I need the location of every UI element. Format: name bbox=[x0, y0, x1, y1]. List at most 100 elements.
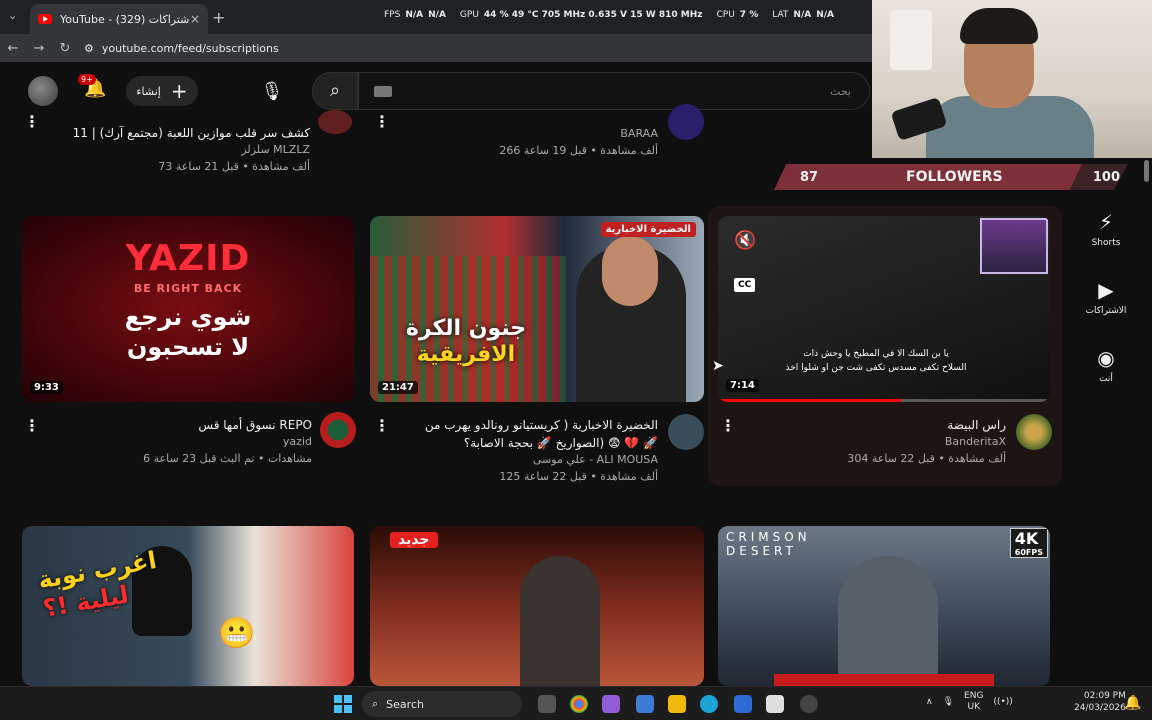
reload-button[interactable]: ↻ bbox=[52, 41, 78, 56]
mic-tray-icon[interactable]: 🎙 bbox=[943, 697, 954, 707]
edge-app-icon[interactable] bbox=[700, 695, 718, 713]
video-3-info: راس البيضة BanderitaX 304 ألف مشاهدة • ق… bbox=[740, 416, 1006, 467]
performance-overlay: FPS N/A N/A GPU 44 % 49 °C 705 MHz 0.635 V … bbox=[384, 10, 834, 20]
video-menu-icon[interactable]: ⋮ bbox=[720, 416, 736, 435]
followers-label: FOLLOWERS bbox=[906, 169, 1003, 185]
video-menu-icon[interactable]: ⋮ bbox=[374, 112, 390, 131]
duration-badge: 7:14 bbox=[726, 379, 759, 392]
create-button[interactable]: إنشاء + bbox=[126, 76, 198, 106]
taskbar-clock[interactable]: 02:09 PM 24/03/2026 bbox=[1074, 690, 1126, 714]
new-badge: جديد bbox=[390, 532, 438, 548]
guide-item-shorts[interactable]: ⚡ Shorts bbox=[1074, 210, 1138, 248]
gpu-label: GPU bbox=[459, 10, 479, 20]
webcam-overlay bbox=[872, 0, 1152, 158]
search-icon: ⌕ bbox=[372, 697, 379, 710]
video-title[interactable]: 11 | كشف سر قلب موازين اللعبة (مجتمع آرك… bbox=[40, 124, 310, 142]
site-info-icon[interactable]: ⚙ bbox=[84, 42, 94, 55]
file-explorer-icon[interactable] bbox=[668, 695, 686, 713]
captions-button[interactable]: CC bbox=[734, 278, 756, 292]
video-caption: يا بن السك الا في المطبخ يا وحش ذات السلا… bbox=[785, 349, 967, 373]
video-meta: 125 ألف مشاهدة • قبل 22 ساعة bbox=[499, 469, 658, 483]
video-thumbnail[interactable]: CRIMSON DESERT 4K 60FPS bbox=[718, 526, 1050, 686]
channel-name[interactable]: BARAA bbox=[400, 126, 658, 143]
channel-name[interactable]: سلزلز MLZLZ bbox=[40, 142, 310, 159]
mute-icon[interactable]: 🔇 bbox=[734, 230, 756, 251]
new-tab-button[interactable]: + bbox=[212, 8, 225, 27]
video-preview-player[interactable]: 🔇 CC يا بن السك الا في المطبخ يا وحش ذات… bbox=[718, 216, 1050, 402]
lamp-shape bbox=[890, 10, 932, 70]
channel-name[interactable]: yazid bbox=[40, 434, 312, 451]
channel-name[interactable]: علي موسى - ALI MOUSA bbox=[392, 452, 658, 469]
followers-current: 87 bbox=[800, 170, 819, 185]
app-icon[interactable] bbox=[602, 695, 620, 713]
keyboard-icon[interactable] bbox=[374, 86, 392, 97]
video-title[interactable]: راس البيضة bbox=[740, 416, 1006, 434]
notifications-icon[interactable]: 🔔 bbox=[1124, 695, 1141, 711]
plus-icon: + bbox=[170, 79, 188, 103]
create-label: إنشاء bbox=[136, 84, 161, 98]
browser-toolbar: ← → ↻ ⚙ youtube.com/feed/subscriptions bbox=[0, 34, 872, 62]
voice-search-mic-icon[interactable]: 🎙 bbox=[256, 76, 288, 108]
video-thumbnail[interactable]: اغرب نوبة ليلية !؟ 😬 bbox=[22, 526, 354, 686]
channel-avatar-partial[interactable] bbox=[318, 110, 352, 134]
guide-label: الاشتراكات bbox=[1085, 306, 1127, 316]
channel-avatar[interactable] bbox=[320, 412, 356, 448]
scrollbar-thumb[interactable] bbox=[1144, 160, 1149, 182]
fps-value-2: N/A bbox=[428, 10, 446, 20]
time: 02:09 PM bbox=[1083, 691, 1126, 701]
search-input[interactable]: بحث bbox=[358, 72, 870, 110]
taskbar-search[interactable]: ⌕ Search bbox=[362, 691, 522, 717]
video-menu-icon[interactable]: ⋮ bbox=[374, 416, 390, 435]
wifi-icon[interactable]: ((•)) bbox=[993, 697, 1012, 707]
chrome-app-icon[interactable] bbox=[570, 695, 588, 713]
guide-item-you[interactable]: ◉ أنت bbox=[1074, 346, 1138, 384]
system-tray: ∧ 🎙 ENG UK ((•)) bbox=[926, 691, 1013, 713]
subscriptions-icon: ▶ bbox=[1098, 278, 1114, 302]
tab-youtube-subscriptions[interactable]: YouTube - (329) الاشتراكات × bbox=[30, 4, 208, 34]
thumbnail-text: BE RIGHT BACK bbox=[133, 282, 243, 295]
thumbnail-text: جنون الكرة الافريقية bbox=[405, 316, 527, 368]
video-title[interactable]: الخضيرة الاخبارية ( كريستيانو رونالدو يه… bbox=[392, 416, 658, 452]
tab-search-icon[interactable]: ⌄ bbox=[8, 9, 17, 22]
video-thumbnail[interactable]: جنون الكرة الافريقية الخضيرة الاخبارية 21… bbox=[370, 216, 704, 402]
video-meta: 266 ألف مشاهدة • قبل 19 ساعة bbox=[499, 143, 658, 157]
video-title[interactable]: نسوق أمها قس REPO bbox=[40, 416, 312, 434]
thumbnail-logo: الخضيرة الاخبارية bbox=[600, 222, 696, 237]
back-button[interactable]: ← bbox=[0, 41, 26, 56]
video-thumbnail[interactable]: YAZID BE RIGHT BACK شوي نرجع لا تسحبون 9:… bbox=[22, 216, 354, 402]
app-icon[interactable] bbox=[734, 695, 752, 713]
app-icon[interactable] bbox=[800, 695, 818, 713]
tray-overflow-icon[interactable]: ∧ bbox=[926, 697, 933, 707]
search-button[interactable]: ⌕ bbox=[312, 72, 358, 110]
thumbnail-figure bbox=[520, 556, 600, 686]
store-app-icon[interactable] bbox=[766, 695, 784, 713]
video-menu-icon[interactable]: ⋮ bbox=[24, 112, 40, 131]
video-thumbnail[interactable]: جديد bbox=[370, 526, 704, 686]
tab-close-icon[interactable]: × bbox=[190, 12, 200, 26]
cpu-value: 7 % bbox=[739, 10, 759, 20]
top-video-1-info: 11 | كشف سر قلب موازين اللعبة (مجتمع آرك… bbox=[40, 124, 310, 175]
channel-avatar[interactable] bbox=[668, 104, 704, 140]
guide-item-subscriptions[interactable]: ▶ الاشتراكات bbox=[1074, 278, 1138, 316]
lat-value: N/A bbox=[793, 10, 812, 20]
notification-count-badge: 9+ bbox=[78, 74, 96, 85]
address-bar[interactable]: ⚙ youtube.com/feed/subscriptions bbox=[84, 42, 279, 55]
mouse-cursor-icon: ➤ bbox=[712, 358, 724, 374]
app-icon[interactable] bbox=[636, 695, 654, 713]
video-menu-icon[interactable]: ⋮ bbox=[24, 416, 40, 435]
language-indicator[interactable]: ENG UK bbox=[964, 691, 983, 713]
start-button-windows-icon[interactable] bbox=[334, 695, 352, 713]
person-hair bbox=[960, 8, 1038, 44]
task-view-icon[interactable] bbox=[538, 695, 556, 713]
guide-label: Shorts bbox=[1091, 238, 1121, 248]
thumbnail-figure bbox=[838, 556, 938, 686]
account-avatar[interactable] bbox=[28, 76, 58, 106]
grimace-emoji-icon: 😬 bbox=[218, 616, 256, 651]
channel-avatar[interactable] bbox=[1016, 414, 1052, 450]
forward-button[interactable]: → bbox=[26, 41, 52, 56]
video-meta: 304 ألف مشاهدة • قبل 22 ساعة bbox=[847, 451, 1006, 465]
duration-badge: 21:47 bbox=[378, 381, 418, 394]
channel-name[interactable]: BanderitaX bbox=[740, 434, 1006, 451]
video-1-info: نسوق أمها قس REPO yazid 6 مشاهدات • تم ا… bbox=[40, 416, 312, 467]
channel-avatar[interactable] bbox=[668, 414, 704, 450]
